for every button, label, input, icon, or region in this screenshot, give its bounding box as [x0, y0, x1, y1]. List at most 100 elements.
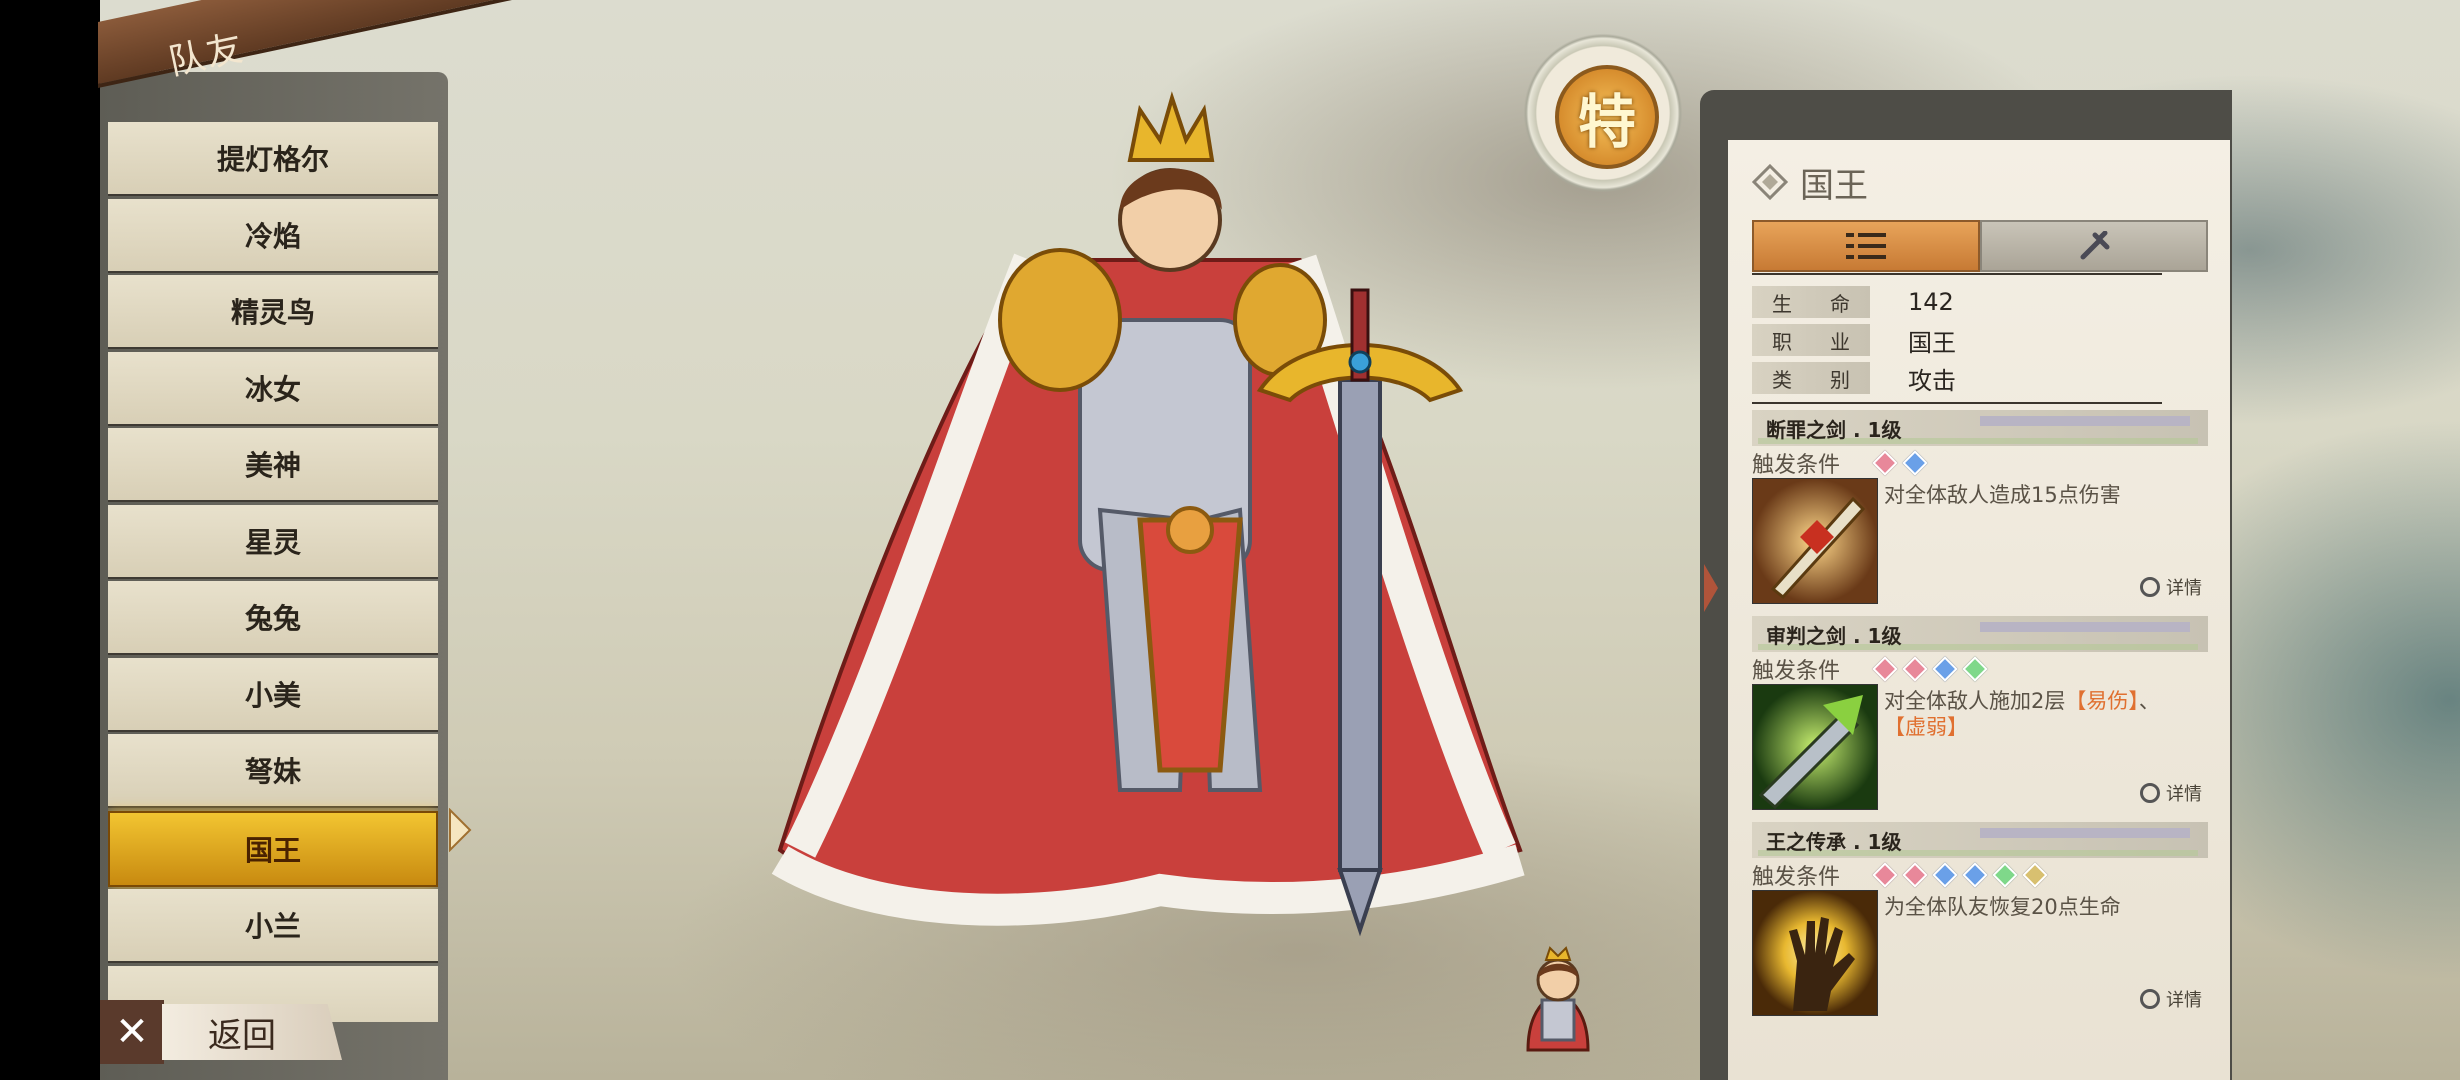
- skill-desc-text: 对全体敌人施加2层: [1884, 689, 2066, 713]
- judgement-sword-icon: [1752, 684, 1878, 810]
- class-emblem-icon: [1752, 164, 1788, 200]
- skill-header: 王之传承 . 1级: [1752, 822, 2208, 858]
- skill-description: 对全体敌人造成15点伤害: [1884, 482, 2202, 508]
- tab-equipment[interactable]: [1980, 220, 2208, 272]
- stat-row-hp: 生命 142: [1752, 283, 2172, 321]
- heal-hand-icon: [1752, 890, 1878, 1016]
- stat-key: 生命: [1752, 286, 1870, 318]
- detail-link[interactable]: 详情: [2140, 986, 2202, 1012]
- tab-attributes[interactable]: [1752, 220, 1980, 272]
- roster-item[interactable]: 精灵鸟: [108, 275, 438, 349]
- skill-body: 对全体敌人施加2层【易伤】、【虚弱】 详情: [1752, 684, 2208, 814]
- gem-icon: [1962, 656, 1988, 682]
- skill-header: 审判之剑 . 1级: [1752, 616, 2208, 652]
- skill-body: 对全体敌人造成15点伤害 详情: [1752, 478, 2208, 608]
- roster-item[interactable]: 冷焰: [108, 198, 438, 273]
- trigger-label: 触发条件: [1752, 659, 1841, 684]
- letterbox-bar: [0, 0, 100, 1080]
- stat-key-char: 职: [1772, 329, 1792, 354]
- skill-name: 断罪之剑 . 1级: [1766, 417, 1902, 442]
- stat-value-class: 国王: [1908, 328, 1956, 357]
- roster-panel: 提灯格尔 冷焰 精灵鸟 冰女 美神 星灵 兔兔 小美 弩妹 国王 小兰: [100, 72, 448, 1080]
- trigger-row: 触发条件: [1752, 860, 2208, 890]
- roster-item[interactable]: 星灵: [108, 504, 438, 579]
- roster-item-selected[interactable]: 国王: [108, 810, 438, 887]
- detail-link[interactable]: 详情: [2140, 780, 2202, 806]
- detail-label[interactable]: 详情: [2166, 986, 2202, 1012]
- list-icon: [1846, 233, 1886, 259]
- back-button[interactable]: ✕ 返回: [100, 1000, 360, 1064]
- skill-name: 王之传承 . 1级: [1766, 829, 1902, 854]
- trigger-label: 触发条件: [1752, 865, 1841, 890]
- gem-icon: [1902, 656, 1928, 682]
- gem-icon: [1872, 656, 1898, 682]
- gem-icon: [1932, 862, 1958, 888]
- skill-body: 为全体队友恢复20点生命 详情: [1752, 890, 2208, 1020]
- skill-description: 对全体敌人施加2层【易伤】、【虚弱】: [1884, 688, 2202, 740]
- skill-desc-sep: 、: [2138, 689, 2160, 713]
- detail-label[interactable]: 详情: [2166, 574, 2202, 600]
- stat-key: 类别: [1752, 362, 1870, 394]
- divider: [1752, 273, 2162, 275]
- stat-key-char: 业: [1830, 329, 1850, 354]
- stat-key-char: 类: [1772, 367, 1792, 392]
- hero-chibi-sprite: [1526, 946, 1590, 1052]
- skill-desc-text: 对全体敌人造成15点伤害: [1884, 483, 2121, 507]
- detail-label[interactable]: 详情: [2166, 780, 2202, 806]
- special-badge: 特: [1518, 28, 1688, 198]
- selection-arrow-icon: [449, 808, 472, 852]
- debuff-weak: 【虚弱】: [1884, 715, 1968, 739]
- gem-icon: [2022, 862, 2048, 888]
- detail-link[interactable]: 详情: [2140, 574, 2202, 600]
- skill-level-bar: [1980, 416, 2190, 426]
- magnifier-icon: [2140, 783, 2160, 803]
- stat-key-char: 命: [1830, 291, 1850, 316]
- skill-description: 为全体队友恢复20点生命: [1884, 894, 2202, 920]
- stat-row-type: 类别 攻击: [1752, 359, 2172, 397]
- gem-icon: [1962, 862, 1988, 888]
- hero-name: 国王: [1800, 165, 1868, 206]
- roster-item[interactable]: 美神: [108, 428, 438, 502]
- stat-row-class: 职业 国王: [1752, 321, 2172, 359]
- stat-key-char: 别: [1830, 367, 1850, 392]
- wrench-icon: [2080, 231, 2110, 260]
- gem-icon: [1902, 862, 1928, 888]
- tab-header: 队友: [98, 0, 578, 100]
- stat-key: 职业: [1752, 324, 1870, 356]
- debuff-vulnerable: 【易伤】: [2065, 689, 2139, 713]
- collapse-arrow-icon[interactable]: [1702, 560, 1720, 616]
- close-icon[interactable]: ✕: [100, 1000, 164, 1064]
- skill-card: 审判之剑 . 1级 触发条件 对全体敌人施加2层【易伤】、【虚弱】 详情: [1752, 616, 2208, 814]
- sword-skill-icon: [1752, 478, 1878, 604]
- roster-item[interactable]: 小兰: [108, 889, 438, 963]
- hero-portrait: [771, 91, 1525, 937]
- trigger-row: 触发条件: [1752, 654, 2208, 684]
- skill-name: 审判之剑 . 1级: [1766, 623, 1902, 648]
- gem-icon: [1992, 862, 2018, 888]
- gem-icon: [1872, 450, 1898, 476]
- back-label[interactable]: 返回: [162, 1004, 342, 1060]
- skill-card: 断罪之剑 . 1级 触发条件 对全体敌人造成15点伤害 详情: [1752, 410, 2208, 608]
- special-badge-label: 特: [1555, 65, 1659, 169]
- stat-value-hp: 142: [1908, 288, 1954, 316]
- trigger-row: 触发条件: [1752, 448, 2208, 478]
- magnifier-icon: [2140, 989, 2160, 1009]
- roster-item[interactable]: 冰女: [108, 351, 438, 426]
- detail-tabs: [1752, 220, 2208, 272]
- skill-desc-text: 为全体队友恢复20点生命: [1884, 895, 2121, 919]
- skill-header: 断罪之剑 . 1级: [1752, 410, 2208, 446]
- roster-item[interactable]: 小美: [108, 657, 438, 732]
- skill-level-bar: [1980, 622, 2190, 632]
- stat-key-char: 生: [1772, 291, 1792, 316]
- gem-icon: [1932, 656, 1958, 682]
- skill-card: 王之传承 . 1级 触发条件 为全体队友恢复20点生命 详情: [1752, 822, 2208, 1020]
- gem-icon: [1872, 862, 1898, 888]
- divider: [1752, 402, 2162, 404]
- stat-value-type: 攻击: [1908, 366, 1956, 395]
- roster-item[interactable]: 提灯格尔: [108, 122, 438, 196]
- roster-list[interactable]: 提灯格尔 冷焰 精灵鸟 冰女 美神 星灵 兔兔 小美 弩妹 国王 小兰: [108, 122, 438, 1022]
- gem-icon: [1902, 450, 1928, 476]
- roster-item[interactable]: 兔兔: [108, 581, 438, 655]
- skill-level-bar: [1980, 828, 2190, 838]
- roster-item[interactable]: 弩妹: [108, 734, 438, 808]
